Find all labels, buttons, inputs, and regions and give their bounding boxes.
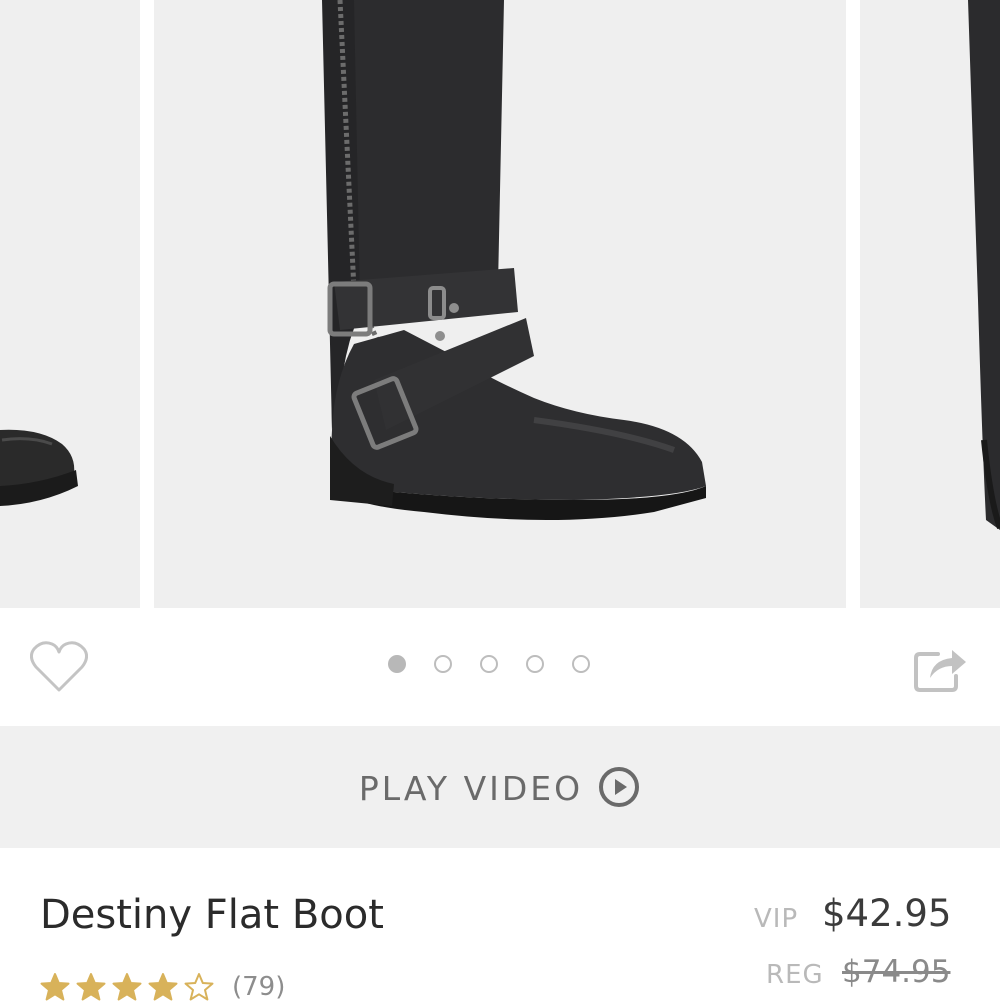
regular-price-label: REG: [766, 960, 824, 990]
carousel-slide-next[interactable]: [860, 0, 1000, 608]
boot-image-next: [968, 0, 1000, 530]
play-circle-icon: [599, 767, 640, 807]
carousel-dot[interactable]: [388, 655, 406, 673]
vip-price: $42.95: [822, 892, 952, 935]
review-count[interactable]: (79): [232, 972, 285, 1002]
share-button[interactable]: [912, 640, 968, 694]
product-title: Destiny Flat Boot: [40, 892, 384, 938]
boot-image-main: [322, 0, 706, 520]
regular-price: $74.95: [842, 954, 951, 990]
carousel-dot[interactable]: [480, 655, 498, 673]
star-filled-icon: [76, 973, 106, 1001]
star-filled-icon: [112, 973, 142, 1001]
vip-price-label: VIP: [754, 904, 799, 934]
heart-icon: [29, 641, 89, 692]
star-empty-icon: [184, 973, 214, 1001]
product-info: Destiny Flat Boot VIP $42.95 REG $74.95 …: [0, 848, 1000, 1002]
carousel-slide-previous[interactable]: [0, 0, 140, 608]
rating-stars[interactable]: [40, 972, 214, 1002]
play-video-label: PLAY VIDEO: [358, 768, 584, 808]
star-filled-icon: [40, 973, 70, 1001]
carousel-pagination: [388, 655, 590, 677]
star-filled-icon: [148, 973, 178, 1001]
carousel-dot[interactable]: [572, 655, 590, 673]
share-icon: [914, 650, 966, 692]
boot-image-previous: [0, 429, 78, 506]
product-image-carousel[interactable]: [0, 0, 1000, 608]
play-video-button[interactable]: PLAY VIDEO: [0, 726, 1000, 848]
image-action-row: [0, 608, 1000, 726]
favorite-button[interactable]: [29, 640, 89, 694]
carousel-slide-current[interactable]: [154, 0, 846, 608]
carousel-dot[interactable]: [526, 655, 544, 673]
carousel-dot[interactable]: [434, 655, 452, 673]
